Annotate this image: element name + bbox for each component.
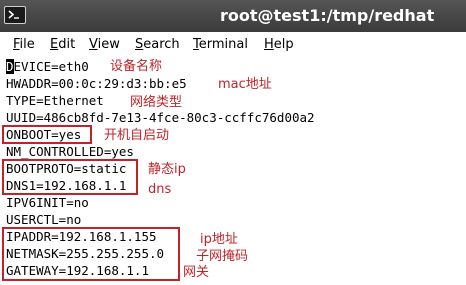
annotation-dns: dns [148, 182, 172, 197]
annotation-static-ip: 静态ip [148, 162, 186, 177]
terminal-line: UUID=486cb8fd-7e13-4fce-80c3-ccffc76d00a… [6, 110, 315, 125]
terminal-line: TYPE=Ethernet [6, 93, 104, 108]
menu-bar: File Edit View Search Terminal Help [0, 32, 466, 56]
window-title: root@test1:/tmp/redhat [220, 6, 435, 25]
menu-view[interactable]: View [89, 37, 120, 52]
terminal-icon [4, 6, 26, 24]
menu-help[interactable]: Help [264, 37, 294, 52]
terminal-line: IPV6INIT=no [6, 195, 89, 210]
annotation-gateway: 网关 [183, 265, 210, 280]
terminal-line: HWADDR=00:0c:29:d3:bb:e5 [6, 76, 187, 91]
highlight-ip-config [2, 227, 180, 281]
terminal-line: USERCTL=no [6, 212, 82, 227]
annotation-network-type: 网络类型 [130, 95, 183, 110]
terminal-line: DEVICE=eth0 [6, 59, 89, 74]
annotation-boot-start: 开机自启动 [104, 128, 170, 143]
menu-terminal[interactable]: Terminal [193, 37, 248, 52]
highlight-static-dns [2, 159, 138, 195]
terminal-content[interactable]: DEVICE=eth0 HWADDR=00:0c:29:d3:bb:e5 TYP… [0, 56, 466, 285]
annotation-subnet-mask: 子网掩码 [196, 249, 249, 264]
text-cursor: D [6, 59, 14, 74]
terminal-line: NM_CONTROLLED=yes [6, 144, 134, 159]
annotation-ip-address: ip地址 [200, 232, 238, 247]
annotation-device-name: 设备名称 [110, 59, 163, 74]
annotation-mac-address: mac地址 [218, 77, 272, 92]
highlight-onboot [2, 125, 92, 144]
title-bar[interactable]: root@test1:/tmp/redhat [0, 0, 466, 32]
menu-file[interactable]: File [13, 37, 35, 52]
terminal-window: root@test1:/tmp/redhat File Edit View Se… [0, 0, 466, 285]
menu-edit[interactable]: Edit [50, 37, 75, 52]
menu-search[interactable]: Search [135, 37, 180, 52]
